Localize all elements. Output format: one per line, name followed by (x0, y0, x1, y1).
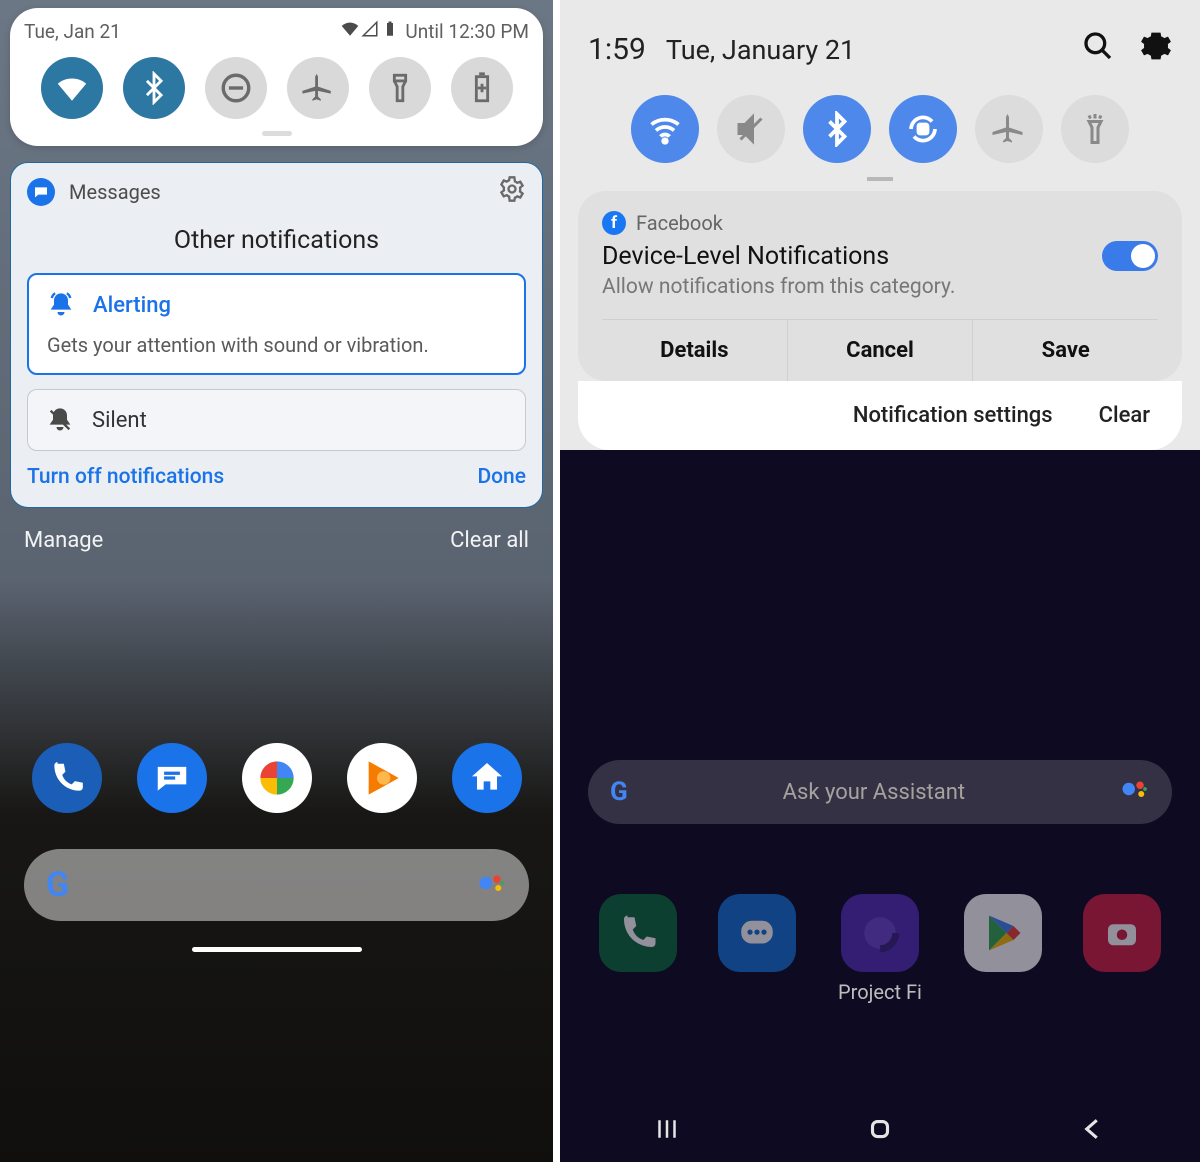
assistant-icon (1120, 774, 1150, 810)
google-search-bar[interactable]: G (24, 849, 529, 921)
until-label: Until 12:30 PM (405, 20, 529, 43)
cell-signal-icon (361, 20, 379, 43)
cancel-button[interactable]: Cancel (787, 320, 973, 381)
shade-actions: Manage Clear all (24, 528, 529, 553)
wifi-status-icon (341, 20, 359, 43)
status-time: 1:59 (588, 32, 646, 67)
phone-app-icon[interactable] (599, 894, 677, 972)
manage-button[interactable]: Manage (24, 528, 103, 553)
status-date: Tue, Jan 21 (24, 20, 121, 43)
dock (0, 723, 553, 823)
home-screen: G Ask your Assistant Project Fi (560, 500, 1200, 1162)
airplane-toggle[interactable] (287, 57, 349, 119)
play-music-app-icon[interactable] (347, 743, 417, 813)
app-name: Messages (69, 180, 161, 204)
notification-card: Messages Other notifications Alerting Ge… (10, 162, 543, 508)
status-date: Tue, January 21 (666, 34, 855, 66)
wifi-toggle[interactable] (631, 95, 699, 163)
flashlight-toggle[interactable] (369, 57, 431, 119)
google-logo: G (46, 865, 69, 905)
facebook-icon: f (602, 211, 626, 235)
messages-app-icon (27, 178, 55, 206)
assistant-search-bar[interactable]: G Ask your Assistant (588, 760, 1172, 824)
option-silent[interactable]: Silent (27, 389, 526, 451)
nest-app-icon[interactable] (452, 743, 522, 813)
battery-icon (381, 20, 399, 43)
flashlight-toggle[interactable] (1061, 95, 1129, 163)
silent-label: Silent (92, 408, 147, 433)
search-icon[interactable] (1082, 30, 1114, 69)
google-logo: G (610, 777, 628, 807)
messages-app-icon[interactable] (137, 743, 207, 813)
recents-button[interactable] (652, 1114, 682, 1148)
phone-app-icon[interactable] (32, 743, 102, 813)
quick-settings-panel: 1:59 Tue, January 21 f Facebook Device-L… (560, 0, 1200, 450)
dnd-toggle[interactable] (205, 57, 267, 119)
section-title: Other notifications (27, 226, 526, 255)
option-alerting[interactable]: Alerting Gets your attention with sound … (27, 273, 526, 375)
rotate-toggle[interactable] (889, 95, 957, 163)
expand-handle[interactable] (262, 131, 292, 136)
bell-off-icon (46, 406, 74, 434)
done-button[interactable]: Done (477, 465, 526, 489)
notification-settings-link[interactable]: Notification settings (853, 403, 1053, 428)
home-button[interactable] (865, 1114, 895, 1148)
dock: Project Fi (560, 824, 1200, 1004)
bluetooth-toggle[interactable] (803, 95, 871, 163)
back-button[interactable] (1078, 1114, 1108, 1148)
clear-all-button[interactable]: Clear all (450, 528, 529, 553)
bell-ring-icon (47, 291, 75, 319)
photos-app-icon[interactable] (242, 743, 312, 813)
quick-settings-panel: Tue, Jan 21 Until 12:30 PM (10, 8, 543, 146)
notification-subtitle: Allow notifications from this category. (602, 275, 1158, 299)
alerting-desc: Gets your attention with sound or vibrat… (47, 333, 506, 357)
expand-handle[interactable] (867, 177, 893, 181)
nav-bar (560, 1114, 1200, 1148)
alerting-label: Alerting (93, 293, 171, 318)
airplane-toggle[interactable] (975, 95, 1043, 163)
wifi-toggle[interactable] (41, 57, 103, 119)
notification-switch[interactable] (1102, 241, 1158, 271)
notification-title: Device-Level Notifications (602, 242, 889, 271)
quick-toggles (24, 57, 529, 119)
app-name: Facebook (636, 211, 723, 235)
mute-toggle[interactable] (717, 95, 785, 163)
play-store-icon[interactable] (964, 894, 1042, 972)
messages-app-icon[interactable] (718, 894, 796, 972)
notification-header: Messages (27, 175, 526, 208)
camera-app-icon[interactable] (1083, 894, 1161, 972)
save-button[interactable]: Save (972, 320, 1158, 381)
battery-saver-toggle[interactable] (451, 57, 513, 119)
pixel-phone: Tue, Jan 21 Until 12:30 PM Messages Othe… (0, 0, 553, 1162)
settings-icon[interactable] (498, 175, 526, 208)
bluetooth-toggle[interactable] (123, 57, 185, 119)
assistant-icon[interactable] (477, 868, 507, 902)
details-button[interactable]: Details (602, 320, 787, 381)
turn-off-link[interactable]: Turn off notifications (27, 465, 224, 489)
search-placeholder: Ask your Assistant (783, 780, 965, 805)
notification-card: f Facebook Device-Level Notifications Al… (578, 191, 1182, 381)
clear-button[interactable]: Clear (1099, 403, 1150, 428)
dock-label: Project Fi (838, 980, 922, 1004)
samsung-phone: 1:59 Tue, January 21 f Facebook Device-L… (560, 0, 1200, 1162)
browser-app-icon[interactable] (841, 894, 919, 972)
status-bar: Tue, Jan 21 Until 12:30 PM (24, 20, 529, 43)
gear-icon[interactable] (1140, 30, 1172, 69)
nav-handle[interactable] (192, 947, 362, 952)
